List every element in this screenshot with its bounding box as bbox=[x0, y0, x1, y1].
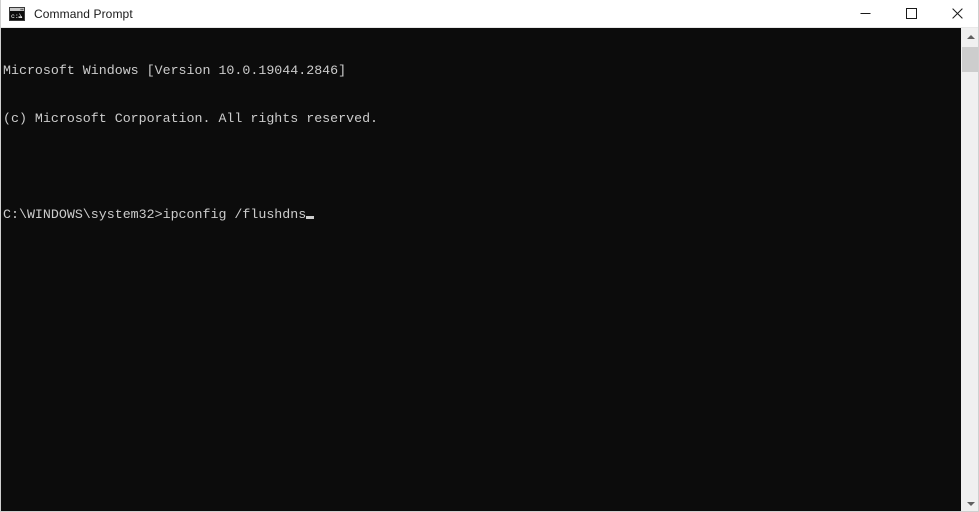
terminal-line: Microsoft Windows [Version 10.0.19044.28… bbox=[3, 63, 347, 78]
titlebar[interactable]: c:\ Command Prompt bbox=[1, 0, 978, 28]
terminal-prompt-line: C:\WINDOWS\system32>ipconfig /flushdns bbox=[3, 207, 378, 223]
text-cursor bbox=[306, 216, 315, 219]
terminal-output-area[interactable]: Microsoft Windows [Version 10.0.19044.28… bbox=[1, 28, 963, 511]
command-prompt-icon: c:\ bbox=[9, 6, 25, 22]
chevron-up-icon bbox=[966, 34, 975, 39]
terminal-lines: Microsoft Windows [Version 10.0.19044.28… bbox=[3, 31, 378, 255]
scrollbar-thumb[interactable] bbox=[962, 47, 978, 72]
terminal-command-text: C:\WINDOWS\system32>ipconfig /flushdns bbox=[3, 207, 307, 222]
chevron-down-icon bbox=[966, 501, 975, 506]
terminal-line: (c) Microsoft Corporation. All rights re… bbox=[3, 111, 379, 126]
scrollbar-track[interactable] bbox=[962, 45, 978, 495]
minimize-button[interactable] bbox=[842, 0, 888, 27]
scroll-down-button[interactable] bbox=[962, 495, 978, 511]
close-button[interactable] bbox=[934, 0, 978, 27]
scroll-up-button[interactable] bbox=[962, 28, 978, 45]
command-prompt-window: c:\ Command Prompt Microsoft Windows [Ve… bbox=[0, 0, 979, 512]
maximize-button[interactable] bbox=[888, 0, 934, 27]
vertical-scrollbar[interactable] bbox=[961, 28, 978, 511]
window-title: Command Prompt bbox=[34, 6, 133, 21]
window-controls bbox=[842, 0, 978, 27]
